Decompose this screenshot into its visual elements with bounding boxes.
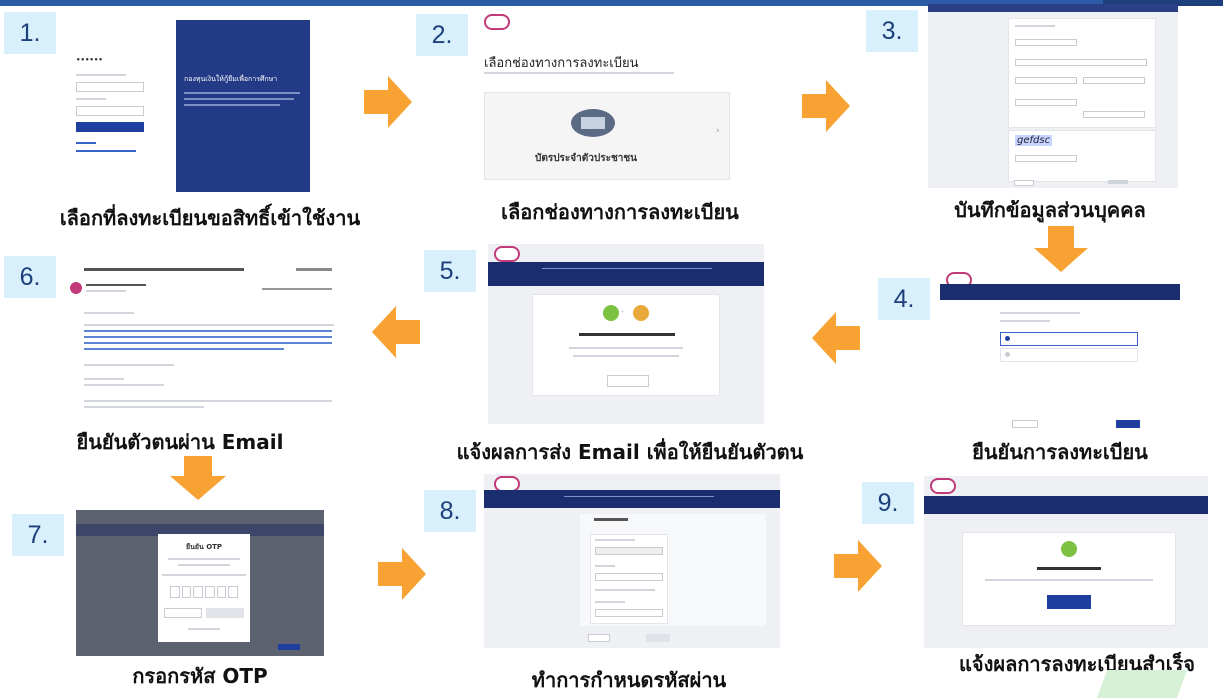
captcha-image: gefdsc <box>1015 135 1053 146</box>
arrow-icon <box>372 306 420 358</box>
arrow-icon <box>834 540 882 592</box>
step-6-badge: 6. <box>4 256 56 298</box>
submit-button[interactable] <box>646 634 670 642</box>
arrow-icon <box>378 548 426 600</box>
cancel-button[interactable] <box>1012 420 1038 428</box>
step-6-caption: ยืนยันตัวตนผ่าน Email <box>76 430 284 454</box>
next-button[interactable] <box>1108 180 1128 184</box>
confirm-password-input[interactable] <box>595 609 663 617</box>
back-button[interactable] <box>588 634 610 642</box>
step-8-screenshot <box>484 474 780 648</box>
otp-dialog: ยืนยัน OTP <box>158 534 250 642</box>
background-decoration <box>1096 670 1188 698</box>
step-2-screenshot: เลือกช่องทางการลงทะเบียน บัตรประจำตัวประ… <box>478 8 770 184</box>
step-8-badge: 8. <box>424 490 476 532</box>
step-5-caption: แจ้งผลการส่ง Email เพื่อให้ยืนยันตัวตน <box>456 440 804 464</box>
step-5-badge: 5. <box>424 250 476 292</box>
otp-cancel-button[interactable] <box>164 608 202 618</box>
otp-confirm-button[interactable] <box>206 608 244 618</box>
arrow-icon <box>802 80 850 132</box>
card-chevron-icon: › <box>716 126 720 136</box>
check-circle-icon <box>1061 541 1077 557</box>
step-1-screenshot: •••••• กองทุนเงินให้กู้ยืมเพื่อการศึกษา <box>60 18 310 192</box>
step-7-screenshot: ยืนยัน OTP <box>76 510 324 656</box>
arrow-icon <box>170 456 226 500</box>
otp-digit-6[interactable] <box>228 586 239 598</box>
step-1-caption: เลือกที่ลงทะเบียนขอสิทธิ์เข้าใช้งาน <box>59 206 361 230</box>
step-2-badge: 2. <box>416 14 468 56</box>
step-9-badge: 9. <box>862 482 914 524</box>
step-3-badge: 3. <box>866 10 918 52</box>
step-3-caption: บันทึกข้อมูลส่วนบุคคล <box>954 198 1146 222</box>
step-3-screenshot: gefdsc <box>928 4 1178 188</box>
step-4-screenshot <box>940 268 1180 436</box>
step-6-screenshot <box>66 258 344 416</box>
back-button[interactable] <box>1014 180 1034 186</box>
step-7-caption: กรอกรหัส OTP <box>132 664 268 688</box>
login-button[interactable] <box>76 122 144 132</box>
password-input[interactable] <box>595 573 663 581</box>
step-7-badge: 7. <box>12 514 64 556</box>
step-4-badge: 4. <box>878 278 930 320</box>
step-4-caption: ยืนยันการลงทะเบียน <box>972 440 1148 464</box>
logo-icon <box>484 14 510 30</box>
hero-panel: กองทุนเงินให้กู้ยืมเพื่อการศึกษา <box>176 20 310 192</box>
otp-digit-2[interactable] <box>181 586 192 598</box>
otp-digit-3[interactable] <box>193 586 204 598</box>
step-5-screenshot: - <box>488 244 764 424</box>
step-9-screenshot <box>924 476 1208 648</box>
step-8-caption: ทำการกำหนดรหัสผ่าน <box>531 668 727 692</box>
go-to-login-button[interactable] <box>1047 595 1091 609</box>
arrow-icon <box>812 312 860 364</box>
arrow-icon <box>364 76 412 128</box>
otp-digit-4[interactable] <box>205 586 215 598</box>
id-card-option[interactable]: บัตรประจำตัวประชาชน <box>484 92 730 180</box>
confirm-button[interactable] <box>1116 420 1140 428</box>
step-1-badge: 1. <box>4 12 56 54</box>
step-2-caption: เลือกช่องทางการลงทะเบียน <box>501 200 739 224</box>
arrow-icon <box>1034 226 1088 272</box>
otp-digit-5[interactable] <box>216 586 227 598</box>
otp-digit-1[interactable] <box>170 586 180 598</box>
